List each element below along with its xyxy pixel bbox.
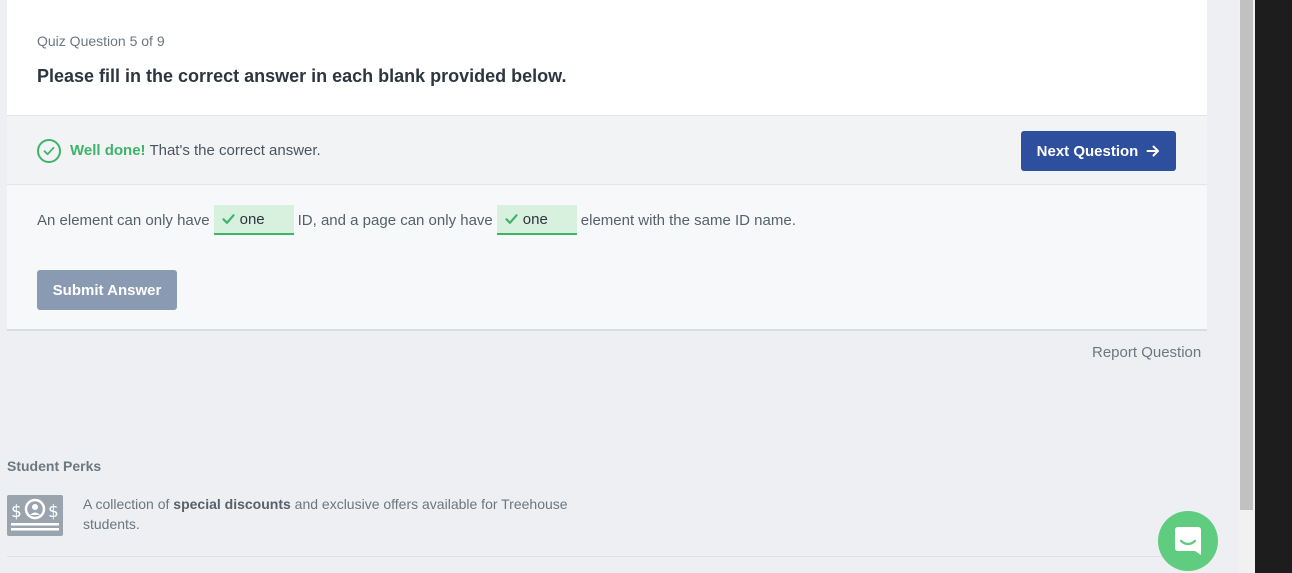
- checkmark-icon: [505, 214, 518, 224]
- next-question-button[interactable]: Next Question: [1021, 131, 1176, 171]
- report-question-link[interactable]: Report Question: [1092, 344, 1201, 361]
- perks-text-before: A collection of: [83, 496, 174, 512]
- checkmark-icon: [222, 214, 235, 224]
- feedback-message: That's the correct answer.: [145, 142, 321, 159]
- student-perks-description: A collection of special discounts and ex…: [83, 494, 603, 534]
- sentence-part-3: element with the same ID name.: [580, 211, 796, 229]
- feedback-bar: Well done! That's the correct answer. Ne…: [7, 115, 1207, 185]
- answer-blank-2[interactable]: one: [496, 205, 577, 235]
- question-body: An element can only have one ID, and a p…: [7, 185, 1207, 329]
- sentence-part-2: ID, and a page can only have: [297, 211, 493, 229]
- question-title: Please fill in the correct answer in eac…: [37, 66, 567, 86]
- section-divider: [7, 556, 1207, 557]
- question-sentence: An element can only have one ID, and a p…: [37, 205, 796, 235]
- feedback-text: Well done! That's the correct answer.: [70, 142, 321, 159]
- submit-answer-button[interactable]: Submit Answer: [37, 270, 177, 310]
- answer-blank-1-value: one: [239, 210, 265, 228]
- chat-icon: [1175, 527, 1201, 555]
- arrow-right-icon: [1146, 145, 1160, 157]
- svg-text:$: $: [11, 502, 22, 522]
- answer-blank-1[interactable]: one: [213, 205, 294, 235]
- chat-launcher-button[interactable]: [1158, 511, 1218, 571]
- special-discounts-link[interactable]: special discounts: [173, 496, 290, 512]
- answer-blank-2-value: one: [522, 210, 548, 228]
- svg-text:$: $: [48, 502, 59, 522]
- next-question-label: Next Question: [1036, 142, 1139, 160]
- quiz-header: Quiz Question 5 of 9 Please fill in the …: [7, 0, 1207, 115]
- check-circle-icon: [37, 139, 61, 163]
- feedback-strong: Well done!: [70, 142, 146, 159]
- quiz-card: Quiz Question 5 of 9 Please fill in the …: [7, 0, 1207, 331]
- page: Quiz Question 5 of 9 Please fill in the …: [0, 0, 1238, 573]
- sentence-part-1: An element can only have: [37, 211, 210, 229]
- scrollbar-thumb[interactable]: [1240, 0, 1253, 510]
- question-counter: Quiz Question 5 of 9: [37, 33, 165, 49]
- perks-money-icon: $ $: [7, 495, 63, 536]
- window-edge: [1255, 0, 1292, 573]
- student-perks-heading: Student Perks: [7, 458, 102, 474]
